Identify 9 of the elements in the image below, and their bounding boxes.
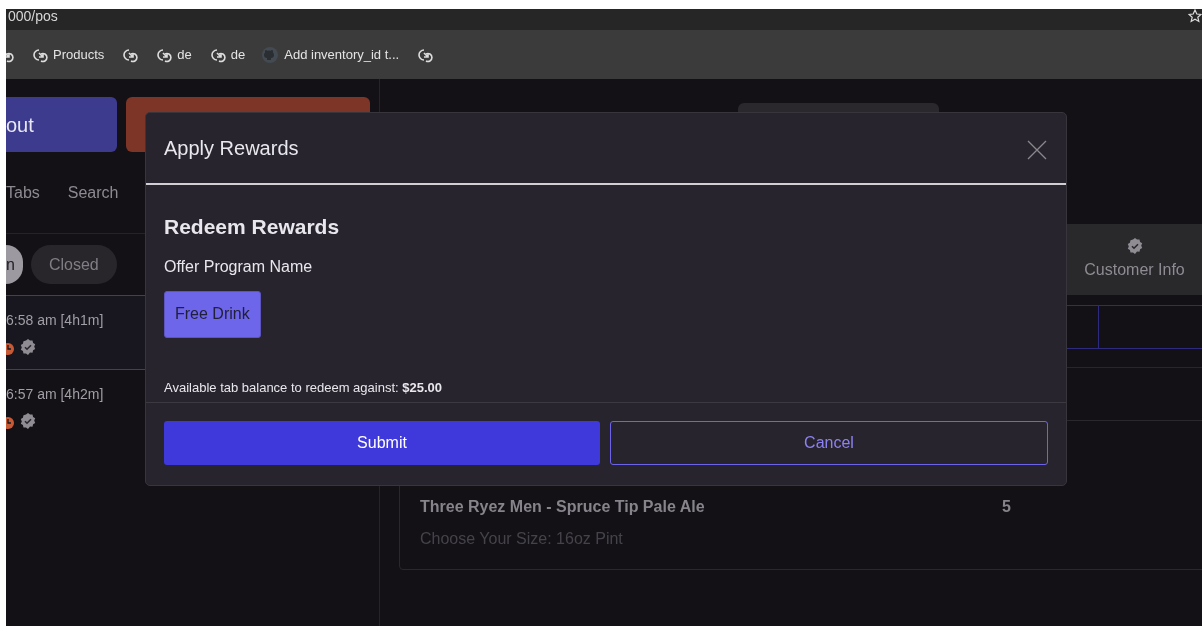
item-quantity: 5 [1002,497,1011,517]
url-text: 000/pos [8,9,58,23]
modal-title: Apply Rewards [164,136,299,161]
tab-time: 6:57 am [4h2m] [6,385,104,404]
balance-text: Available tab balance to redeem against: $25.00 [164,378,444,397]
tab-time: 6:58 am [4h1m] [6,311,104,330]
item-name: Three Ryez Men - Spruce Tip Pale Ale [420,497,705,517]
field-label: Offer Program Name [164,256,314,277]
section-title: Redeem Rewards [164,214,341,240]
